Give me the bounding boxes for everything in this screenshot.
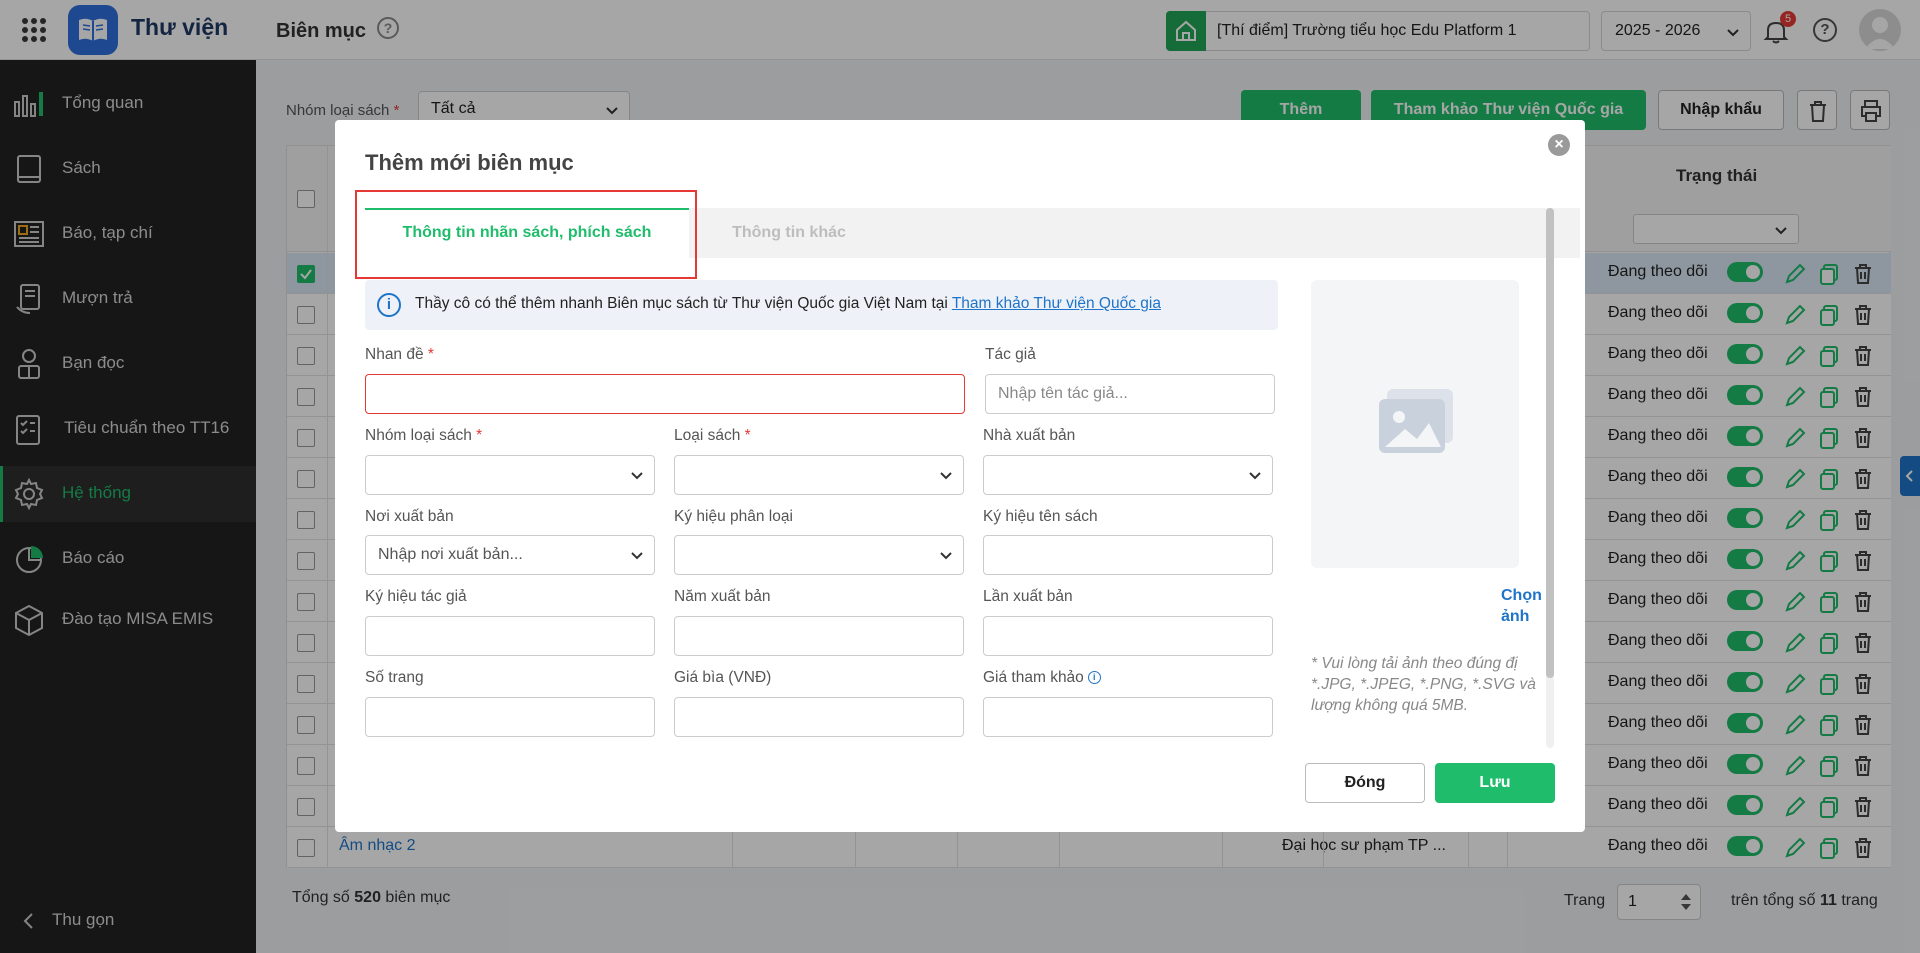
classification-code-select[interactable]	[674, 535, 964, 575]
tab-other-info[interactable]: Thông tin khác	[689, 208, 889, 258]
author-code-input[interactable]	[365, 616, 655, 656]
close-icon[interactable]: ×	[1548, 134, 1570, 156]
book-code-input[interactable]	[983, 535, 1273, 575]
info-icon[interactable]: i	[1087, 671, 1101, 685]
cover-price-input[interactable]	[674, 697, 964, 737]
title-input[interactable]	[365, 374, 965, 414]
publish-year-input[interactable]	[674, 616, 964, 656]
reference-price-label: Giá tham khảo i	[983, 669, 1101, 687]
edition-label: Lần xuất bản	[983, 588, 1073, 605]
close-button[interactable]: Đóng	[1305, 763, 1425, 803]
publish-place-label: Nơi xuất bản	[365, 508, 454, 525]
image-format-note: * Vui lòng tải ảnh theo đúng đị *.JPG, *…	[1311, 655, 1536, 714]
choose-image-link[interactable]: Chọn ảnh	[1501, 585, 1542, 627]
title-label: Nhan đề *	[365, 346, 434, 363]
cover-price-label: Giá bìa (VNĐ)	[674, 669, 772, 686]
info-text: Thầy cô có thể thêm nhanh Biên mục sách …	[415, 295, 1161, 312]
dialog-title: Thêm mới biên mục	[365, 150, 574, 175]
book-code-label: Ký hiệu tên sách	[983, 508, 1098, 525]
classification-code-label: Ký hiệu phân loại	[674, 508, 793, 525]
publisher-label: Nhà xuất bản	[983, 427, 1076, 444]
page-count-label: Số trang	[365, 669, 424, 686]
book-type-label: Loại sách *	[674, 427, 751, 444]
publish-year-label: Năm xuất bản	[674, 588, 771, 605]
book-group-select[interactable]	[365, 455, 655, 495]
book-group-label: Nhóm loại sách *	[365, 427, 483, 444]
scrollbar-thumb[interactable]	[1546, 208, 1554, 678]
info-banner: i Thầy cô có thể thêm nhanh Biên mục sác…	[365, 280, 1278, 330]
chevron-down-icon	[1249, 472, 1261, 480]
save-button[interactable]: Lưu	[1435, 763, 1555, 803]
chevron-down-icon	[631, 552, 643, 560]
cover-image-placeholder[interactable]	[1311, 280, 1519, 568]
book-type-select[interactable]	[674, 455, 964, 495]
publish-place-select[interactable]: Nhập nơi xuất bản...	[365, 535, 655, 575]
page-count-input[interactable]	[365, 697, 655, 737]
publisher-select[interactable]	[983, 455, 1273, 495]
chevron-down-icon	[940, 472, 952, 480]
tab-highlight-annotation	[355, 190, 697, 279]
reference-price-input[interactable]	[983, 697, 1273, 737]
author-code-label: Ký hiệu tác giả	[365, 588, 467, 605]
author-input[interactable]: Nhập tên tác giả...	[985, 374, 1275, 414]
chevron-down-icon	[940, 552, 952, 560]
national-library-link[interactable]: Tham khảo Thư viện Quốc gia	[952, 295, 1161, 312]
edition-input[interactable]	[983, 616, 1273, 656]
dialog-scrollbar[interactable]	[1546, 208, 1554, 748]
chevron-down-icon	[631, 472, 643, 480]
image-icon	[1379, 389, 1453, 453]
author-label: Tác giả	[985, 346, 1036, 363]
info-icon: i	[377, 293, 401, 317]
